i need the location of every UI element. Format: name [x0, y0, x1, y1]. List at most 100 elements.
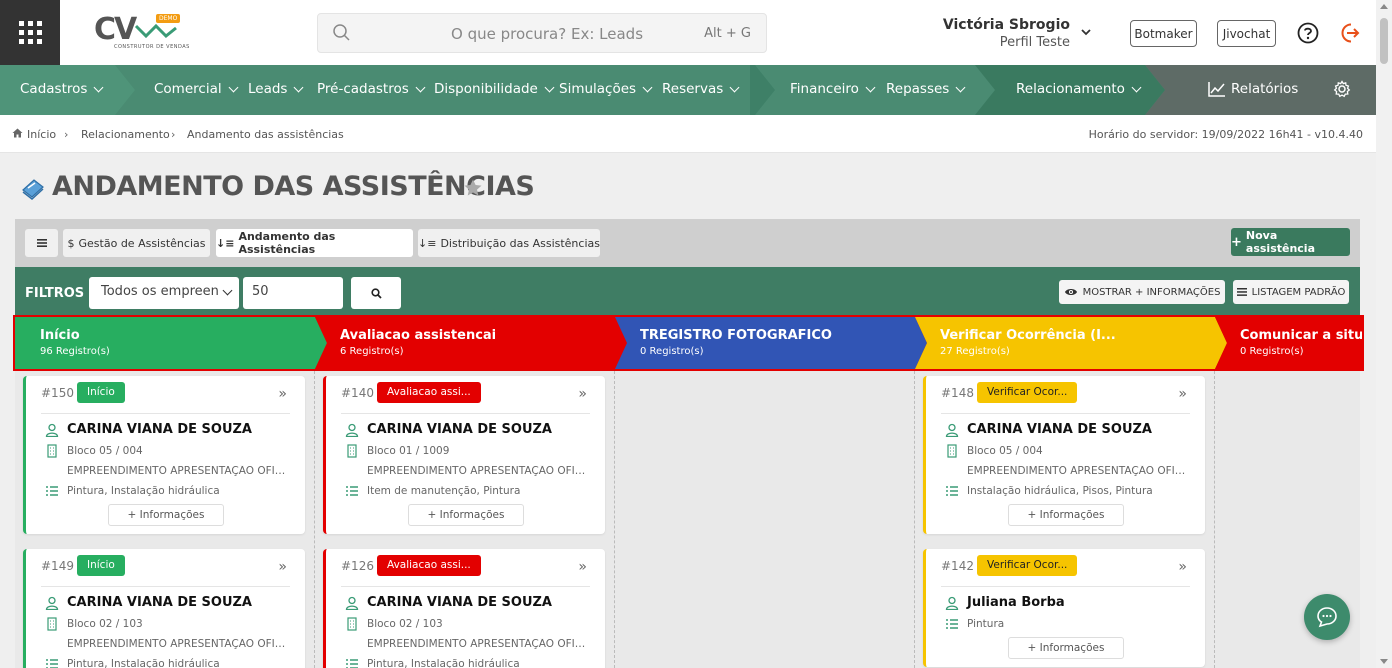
- search-bar[interactable]: O que procura? Ex: Leads Alt + G: [317, 13, 767, 53]
- double-chevron-right-icon[interactable]: »: [1178, 559, 1187, 575]
- nav-reservas[interactable]: Reservas: [662, 81, 740, 97]
- gear-icon[interactable]: [1333, 80, 1351, 98]
- logo-wave-icon: [134, 24, 177, 38]
- nav-simulacoes[interactable]: Simulações: [559, 81, 653, 97]
- tab-distribuicao[interactable]: ↓≡ Distribuição das Assistências: [418, 229, 600, 257]
- services-text: Pintura: [967, 618, 1005, 630]
- more-info-button[interactable]: + Informações: [1008, 637, 1124, 659]
- enterprise-select[interactable]: Todos os empreen: [89, 277, 239, 309]
- double-chevron-right-icon[interactable]: »: [1178, 386, 1187, 402]
- chevron-down-icon: [1131, 82, 1142, 92]
- show-info-button[interactable]: MOSTRAR + INFORMAÇÕES: [1059, 280, 1225, 304]
- breadcrumb-inicio[interactable]: Início: [27, 128, 56, 141]
- main-nav: Cadastros Comercial Leads Pré-cadastros …: [0, 65, 1376, 115]
- standard-list-button[interactable]: LISTAGEM PADRÃO: [1233, 280, 1349, 304]
- assistance-card[interactable]: #142 Verificar Ocor... » Juliana Borba P…: [923, 549, 1205, 667]
- star-icon[interactable]: [463, 178, 483, 198]
- card-id: #150: [41, 386, 74, 400]
- nav-relacionamento[interactable]: Relacionamento: [1016, 81, 1142, 97]
- user-profile: Perfil Teste: [999, 35, 1070, 50]
- filter-search-button[interactable]: [351, 277, 401, 309]
- tab-gestao[interactable]: $ Gestão de Assistências: [63, 229, 210, 257]
- new-assistance-button[interactable]: + Nova assistência: [1231, 228, 1350, 256]
- double-chevron-right-icon[interactable]: »: [278, 559, 287, 575]
- assistance-card[interactable]: #126 Avaliacao assi... » CARINA VIANA DE…: [323, 549, 605, 668]
- search-input[interactable]: O que procura? Ex: Leads: [451, 25, 643, 43]
- jivochat-button[interactable]: Jivochat: [1217, 20, 1276, 47]
- nav-label: Reservas: [662, 81, 724, 97]
- more-info-button[interactable]: + Informações: [108, 504, 224, 526]
- nav-comercial[interactable]: Comercial: [154, 81, 239, 97]
- tab-label: Andamento das Assistências: [238, 230, 336, 256]
- assistance-card[interactable]: #148 Verificar Ocor... » CARINA VIANA DE…: [923, 376, 1205, 534]
- nav-label: Repasses: [886, 81, 950, 97]
- search-shortcut: Alt + G: [704, 26, 751, 41]
- chevron-down-icon: [544, 82, 555, 92]
- nav-label: Comercial: [154, 81, 222, 97]
- divider: [41, 586, 290, 587]
- stage-comunicar[interactable]: Comunicar a situa: [1240, 328, 1362, 343]
- stage-count: 96 Registro(s): [40, 346, 110, 357]
- scrollbar[interactable]: [1376, 0, 1392, 668]
- list-icon: [1236, 288, 1247, 296]
- nav-cadastros[interactable]: Cadastros: [20, 81, 104, 97]
- scroll-thumb[interactable]: [1380, 18, 1388, 64]
- chevron-down-icon: [294, 82, 304, 92]
- stage-inicio[interactable]: Início: [40, 328, 80, 343]
- more-info-button[interactable]: + Informações: [1008, 504, 1124, 526]
- scroll-down-icon[interactable]: [1380, 659, 1388, 664]
- scroll-up-icon[interactable]: [1380, 4, 1388, 9]
- chevron-right-icon: ›: [171, 128, 176, 141]
- breadcrumb: Início › Relacionamento › Andamento das …: [0, 115, 1376, 153]
- quantity-input[interactable]: 50: [243, 277, 343, 309]
- apps-menu-button[interactable]: [0, 0, 60, 65]
- stage-avaliacao[interactable]: Avaliacao assistencai: [340, 328, 496, 343]
- nav-relatorios[interactable]: Relatórios: [1208, 81, 1298, 97]
- stage-verificar-ocorrencia[interactable]: Verificar Ocorrência (I...: [940, 328, 1116, 343]
- help-icon[interactable]: [1297, 22, 1319, 44]
- tab-andamento[interactable]: ↓≡ Andamento das Assistências: [216, 229, 413, 257]
- chevron-down-icon: [93, 82, 104, 92]
- services-text: Instalação hidráulica, Pisos, Pintura: [967, 485, 1153, 497]
- double-chevron-right-icon[interactable]: »: [278, 386, 287, 402]
- stage-count: 0 Registro(s): [1240, 346, 1304, 357]
- nav-repasses[interactable]: Repasses: [886, 81, 966, 97]
- menu-toggle-button[interactable]: [25, 229, 58, 257]
- breadcrumb-current: Andamento das assistências: [187, 128, 344, 141]
- assistance-card[interactable]: #140 Avaliacao assi... » CARINA VIANA DE…: [323, 376, 605, 534]
- assistance-card[interactable]: #150 Início » CARINA VIANA DE SOUZA Bloc…: [23, 376, 305, 534]
- nav-financeiro[interactable]: Financeiro: [790, 81, 876, 97]
- more-info-button[interactable]: + Informações: [408, 504, 524, 526]
- list-icon: [346, 659, 358, 668]
- user-name: Victória Sbrogio: [942, 17, 1070, 33]
- hamburger-icon: [36, 239, 47, 247]
- botmaker-button[interactable]: Botmaker: [1130, 20, 1197, 47]
- assistance-card[interactable]: #149 Início » CARINA VIANA DE SOUZA Bloc…: [23, 549, 305, 668]
- dollar-icon: $: [67, 236, 75, 250]
- stage-registro-fotografico[interactable]: TREGISTRO FOTOGRAFICO: [640, 328, 832, 343]
- list-icon: [46, 659, 58, 668]
- nav-disponibilidade[interactable]: Disponibilidade: [434, 81, 555, 97]
- stage-header: Início 96 Registro(s) Avaliacao assisten…: [13, 315, 1364, 371]
- divider: [341, 413, 590, 414]
- user-icon: [45, 423, 59, 437]
- double-chevron-right-icon[interactable]: »: [578, 386, 587, 402]
- logo[interactable]: CV DEMO CONSTRUTOR DE VENDAS: [94, 12, 194, 52]
- user-menu[interactable]: Victória Sbrogio Perfil Teste: [943, 17, 1070, 50]
- logo-text: CV: [94, 12, 137, 47]
- nav-pre-cadastros[interactable]: Pré-cadastros: [317, 81, 426, 97]
- chat-button[interactable]: [1304, 594, 1350, 640]
- unit-text: Bloco 05 / 004: [67, 445, 143, 457]
- client-name: CARINA VIANA DE SOUZA: [967, 422, 1152, 437]
- building-icon: [47, 444, 57, 458]
- column-divider: [314, 371, 315, 668]
- status-badge: Início: [77, 555, 125, 576]
- chevron-down-icon[interactable]: [1080, 26, 1092, 38]
- logout-icon[interactable]: [1339, 22, 1361, 44]
- card-id: #148: [941, 386, 974, 400]
- breadcrumb-relacionamento[interactable]: Relacionamento: [81, 128, 170, 141]
- double-chevron-right-icon[interactable]: »: [578, 559, 587, 575]
- sort-icon: ↓≡: [418, 236, 437, 250]
- nav-leads[interactable]: Leads: [248, 81, 304, 97]
- list-icon: [946, 486, 958, 496]
